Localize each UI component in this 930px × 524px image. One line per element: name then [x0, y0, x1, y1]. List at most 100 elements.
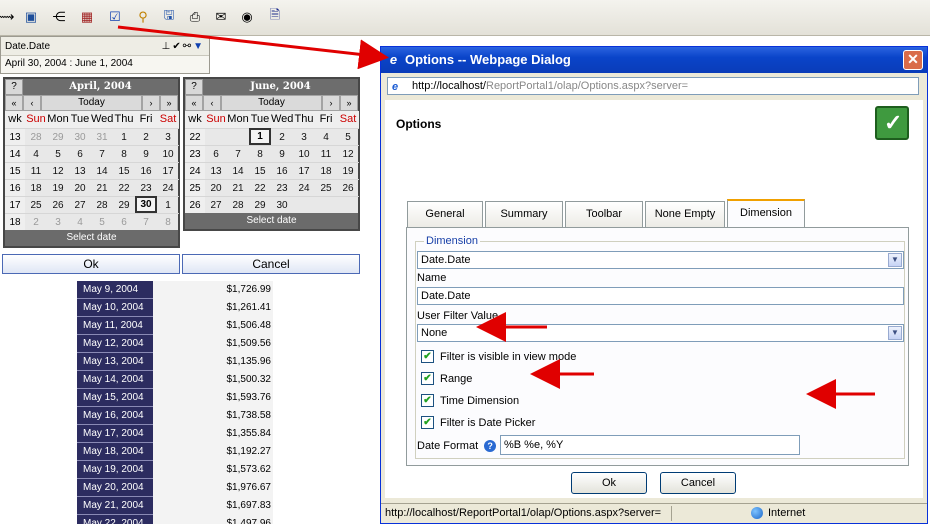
row-date[interactable]: May 13, 2004 [77, 353, 153, 371]
calendar-day[interactable]: 30 [271, 196, 293, 213]
print-icon[interactable]: ⎙ [186, 8, 204, 26]
row-date[interactable]: May 17, 2004 [77, 425, 153, 443]
calendar-day[interactable]: 20 [205, 179, 227, 196]
calendar-day[interactable]: 6 [113, 213, 135, 230]
today-button[interactable]: Today [41, 95, 142, 111]
calendar-day[interactable]: 7 [227, 145, 249, 162]
calendar-day[interactable]: 3 [157, 128, 179, 145]
calendar-day[interactable]: 29 [249, 196, 271, 213]
calendar-day[interactable]: 12 [337, 145, 359, 162]
help-icon[interactable]: ? [484, 440, 497, 452]
visible-in-view-checkbox[interactable]: ✔ [421, 350, 434, 363]
calendar-day[interactable]: 16 [271, 162, 293, 179]
calendar-day[interactable]: 24 [293, 179, 315, 196]
calendar-day[interactable]: 25 [25, 196, 47, 213]
calendar-day[interactable]: 14 [91, 162, 113, 179]
row-date[interactable]: May 12, 2004 [77, 335, 153, 353]
calendar-day[interactable]: 30 [135, 196, 157, 213]
mail-icon[interactable]: ✉ [212, 8, 230, 26]
prev-year-button[interactable]: « [185, 95, 203, 111]
range-checkbox-row[interactable]: ✔ Range [421, 372, 472, 385]
calendar-day[interactable]: 14 [227, 162, 249, 179]
calendar-help-button[interactable]: ? [185, 79, 203, 95]
row-date[interactable]: May 22, 2004 [77, 515, 153, 524]
calendar-day[interactable]: 4 [25, 145, 47, 162]
save-icon[interactable]: 🖫 [160, 7, 178, 26]
calendar-day[interactable]: 28 [227, 196, 249, 213]
date-picker-checkbox[interactable]: ✔ [421, 416, 434, 429]
range-checkbox[interactable]: ✔ [421, 372, 434, 385]
calendar-day[interactable]: 11 [25, 162, 47, 179]
calendar-day[interactable]: 8 [249, 145, 271, 162]
dialog-cancel-button[interactable]: Cancel [660, 472, 736, 494]
calendar-day[interactable]: 5 [91, 213, 113, 230]
chart-icon[interactable]: ⟿ [0, 8, 14, 26]
prev-month-button[interactable]: ‹ [203, 95, 221, 111]
tree-icon[interactable]: ⋲ [50, 8, 68, 26]
calendar-day[interactable]: 9 [271, 145, 293, 162]
calendar-day[interactable]: 19 [337, 162, 359, 179]
calendar-day[interactable]: 19 [47, 179, 69, 196]
tab-toolbar[interactable]: Toolbar [565, 201, 643, 227]
calendar-day[interactable]: 11 [315, 145, 337, 162]
checkmark-options-icon[interactable]: ☑ [106, 8, 124, 26]
dialog-title-bar[interactable]: e Options -- Webpage Dialog [381, 47, 927, 73]
calendar-day[interactable]: 16 [135, 162, 157, 179]
calendar-day[interactable]: 17 [293, 162, 315, 179]
date-picker-checkbox-row[interactable]: ✔ Filter is Date Picker [421, 416, 535, 429]
tab-summary[interactable]: Summary [485, 201, 563, 227]
calendar-day[interactable]: 29 [113, 196, 135, 213]
calendar-day[interactable]: 4 [315, 128, 337, 145]
calendar-day[interactable]: 18 [25, 179, 47, 196]
calendar-ok-button[interactable]: Ok [2, 254, 180, 274]
user-filter-select[interactable]: None ▼ [417, 324, 904, 342]
camera-icon[interactable]: ◉ [238, 8, 256, 26]
calendar-day[interactable]: 9 [135, 145, 157, 162]
row-date[interactable]: May 10, 2004 [77, 299, 153, 317]
row-date[interactable]: May 16, 2004 [77, 407, 153, 425]
calendar-day[interactable]: 29 [47, 128, 69, 145]
prev-month-button[interactable]: ‹ [23, 95, 41, 111]
time-dimension-checkbox[interactable]: ✔ [421, 394, 434, 407]
today-button[interactable]: Today [221, 95, 322, 111]
calendar-day[interactable]: 17 [157, 162, 179, 179]
calendar-day[interactable]: 8 [113, 145, 135, 162]
calendar-day[interactable]: 18 [315, 162, 337, 179]
calendar-day[interactable]: 1 [113, 128, 135, 145]
document-icon[interactable]: 🗎 [266, 7, 284, 26]
calendar-day[interactable]: 22 [113, 179, 135, 196]
chevron-down-icon[interactable]: ▼ [888, 326, 902, 340]
row-date[interactable]: May 14, 2004 [77, 371, 153, 389]
date-filter-value[interactable]: April 30, 2004 : June 1, 2004 [1, 55, 209, 73]
grid-icon[interactable]: ▦ [78, 8, 96, 26]
calendar-help-button[interactable]: ? [5, 79, 23, 95]
next-month-button[interactable]: › [322, 95, 340, 111]
search-icon[interactable]: ⚲ [134, 8, 152, 26]
calendar-day[interactable]: 26 [337, 179, 359, 196]
row-date[interactable]: May 15, 2004 [77, 389, 153, 407]
calendar-day[interactable]: 10 [293, 145, 315, 162]
calendar-day[interactable]: 13 [205, 162, 227, 179]
row-date[interactable]: May 11, 2004 [77, 317, 153, 335]
calendar-day[interactable]: 5 [337, 128, 359, 145]
dimension-select[interactable]: Date.Date ▼ [417, 251, 904, 269]
tab-dimension[interactable]: Dimension [727, 199, 805, 227]
calendar-day[interactable]: 31 [91, 128, 113, 145]
chevron-down-icon[interactable]: ▼ [888, 253, 902, 267]
calendar-day[interactable]: 28 [25, 128, 47, 145]
time-dimension-checkbox-row[interactable]: ✔ Time Dimension [421, 394, 519, 407]
calendar-day[interactable]: 23 [271, 179, 293, 196]
calendar-day[interactable]: 21 [91, 179, 113, 196]
calendar-day[interactable]: 13 [69, 162, 91, 179]
calendar-day[interactable]: 3 [47, 213, 69, 230]
dialog-ok-button[interactable]: Ok [571, 472, 647, 494]
tab-general[interactable]: General [407, 201, 483, 227]
calendar-day[interactable]: 15 [113, 162, 135, 179]
calendar-day[interactable]: 5 [47, 145, 69, 162]
next-year-button[interactable]: » [160, 95, 178, 111]
next-month-button[interactable]: › [142, 95, 160, 111]
row-date[interactable]: May 20, 2004 [77, 479, 153, 497]
next-year-button[interactable]: » [340, 95, 358, 111]
calendar-day[interactable]: 6 [205, 145, 227, 162]
calendar-cancel-button[interactable]: Cancel [182, 254, 360, 274]
